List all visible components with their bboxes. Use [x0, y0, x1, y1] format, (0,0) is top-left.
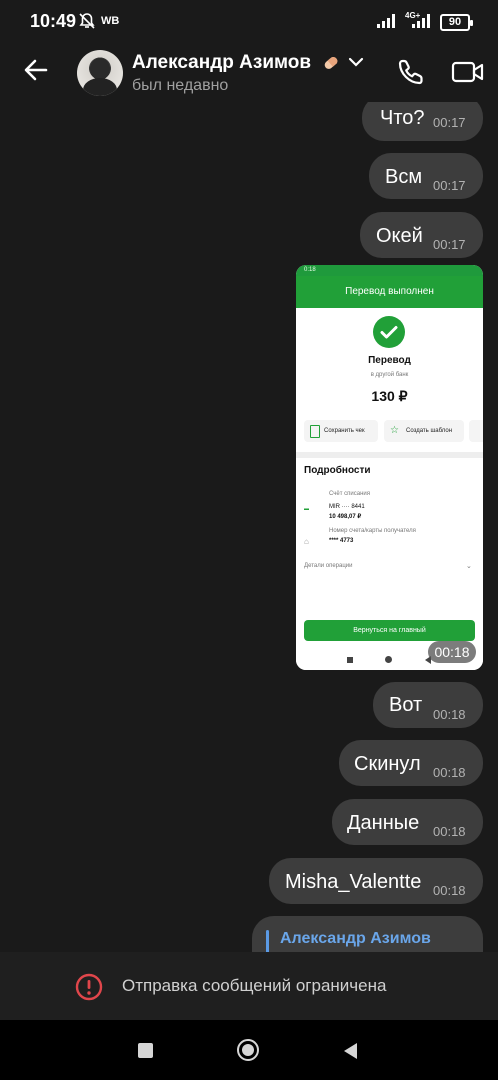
- reply-sender-name: Александр Азимов: [280, 930, 431, 947]
- pill-emoji-icon: [321, 53, 341, 78]
- receipt-amount: 130 ₽: [371, 388, 408, 404]
- photo-message-time: 00:18: [428, 641, 476, 663]
- contact-status: был недавно: [132, 77, 229, 94]
- notifications-muted-icon: [78, 12, 96, 35]
- message-bubble[interactable]: Данные 00:18: [332, 799, 483, 845]
- message-text: Всм: [385, 166, 423, 188]
- status-bar: 10:49 WB 4G+ 90: [0, 0, 498, 44]
- receipt-divider: [296, 452, 483, 458]
- recipient-label: Номер счета/карты получателя: [329, 528, 416, 534]
- messaging-restricted-banner: Отправка сообщений ограничена: [0, 952, 498, 1020]
- message-text: Вот: [389, 694, 423, 716]
- avatar[interactable]: [77, 50, 123, 96]
- reply-accent-bar: [266, 930, 269, 952]
- message-time: 00:18: [433, 765, 466, 780]
- card-balance: 10 498,07 ₽: [329, 514, 362, 520]
- message-bubble[interactable]: Всм 00:17: [369, 153, 483, 199]
- message-text: Данные: [347, 812, 420, 834]
- receipt-subtitle: в другой банк: [370, 372, 409, 378]
- contact-name[interactable]: Александр Азимов: [132, 52, 311, 74]
- bank-logo-icon: ▬: [304, 506, 309, 512]
- receipt-status-time: 0:18: [304, 267, 316, 273]
- message-list[interactable]: Что? 00:17 Всм 00:17 Окей 00:17 0:18 Пер…: [0, 102, 498, 952]
- debit-account-label: Счёт списания: [329, 491, 370, 497]
- recipient-value: **** 4773: [329, 538, 354, 544]
- document-icon: [310, 425, 320, 438]
- receipt-more-button: [469, 420, 483, 442]
- home-icon[interactable]: [237, 1039, 259, 1061]
- receipt-title-bar: Перевод выполнен: [296, 276, 483, 308]
- bank-building-icon: ⌂: [304, 537, 309, 546]
- message-text: Misha_Valentte: [285, 871, 422, 893]
- chevron-down-icon: ⌄: [466, 563, 472, 570]
- operation-details: Детали операции: [304, 563, 353, 569]
- success-check-icon: [373, 316, 405, 348]
- chevron-down-icon[interactable]: [348, 55, 364, 74]
- message-bubble[interactable]: Misha_Valentte 00:18: [269, 858, 483, 904]
- battery-icon: 90: [440, 14, 473, 31]
- restriction-message: Отправка сообщений ограничена: [122, 976, 387, 995]
- warning-icon: [75, 973, 103, 1006]
- back-arrow-icon[interactable]: [22, 56, 50, 89]
- message-time: 00:17: [433, 178, 466, 193]
- receipt-status-bar: 0:18: [296, 265, 483, 276]
- receipt-save-button: Сохранить чек: [304, 420, 378, 442]
- message-bubble[interactable]: Вот 00:18: [373, 682, 483, 728]
- message-text: Скинул: [354, 753, 421, 775]
- status-time: 10:49: [30, 11, 77, 31]
- video-call-icon[interactable]: [451, 59, 485, 90]
- receipt-template-label: Создать шаблон: [406, 428, 453, 434]
- signal-icon-2: [412, 14, 432, 33]
- receipt-title: Перевод: [368, 355, 411, 366]
- message-time: 00:18: [433, 883, 466, 898]
- back-triangle-icon[interactable]: [342, 1042, 358, 1065]
- message-text: Что?: [380, 107, 425, 129]
- photo-message[interactable]: 0:18 Перевод выполнен Перевод в другой б…: [296, 265, 483, 670]
- phone-call-icon[interactable]: [396, 57, 426, 92]
- receipt-save-label: Сохранить чек: [324, 428, 365, 434]
- message-time: 00:17: [433, 237, 466, 252]
- message-bubble[interactable]: Что? 00:17: [362, 102, 483, 141]
- receipt-template-button: ☆ Создать шаблон: [384, 420, 464, 442]
- carrier-label: WB: [101, 15, 120, 27]
- message-bubble[interactable]: Скинул 00:18: [339, 740, 483, 786]
- receipt-details-heading: Подробности: [304, 465, 371, 476]
- message-time: 00:18: [433, 707, 466, 722]
- recent-apps-icon[interactable]: [138, 1043, 153, 1058]
- system-nav-bar: [0, 1020, 498, 1080]
- chat-header: Александр Азимов был недавно: [0, 44, 498, 102]
- message-time: 00:17: [433, 115, 466, 130]
- message-text: Окей: [376, 225, 423, 247]
- message-time: 00:18: [433, 824, 466, 839]
- quoted-reply-bubble[interactable]: Александр Азимов: [252, 916, 483, 952]
- receipt-back-button: Вернуться на главный: [304, 620, 475, 641]
- star-icon: ☆: [390, 425, 399, 436]
- card-mask: MIR ···· 8441: [329, 504, 365, 510]
- square-icon: [347, 657, 353, 663]
- message-bubble[interactable]: Окей 00:17: [360, 212, 483, 258]
- signal-icon: [377, 14, 397, 33]
- circle-icon: [385, 656, 392, 663]
